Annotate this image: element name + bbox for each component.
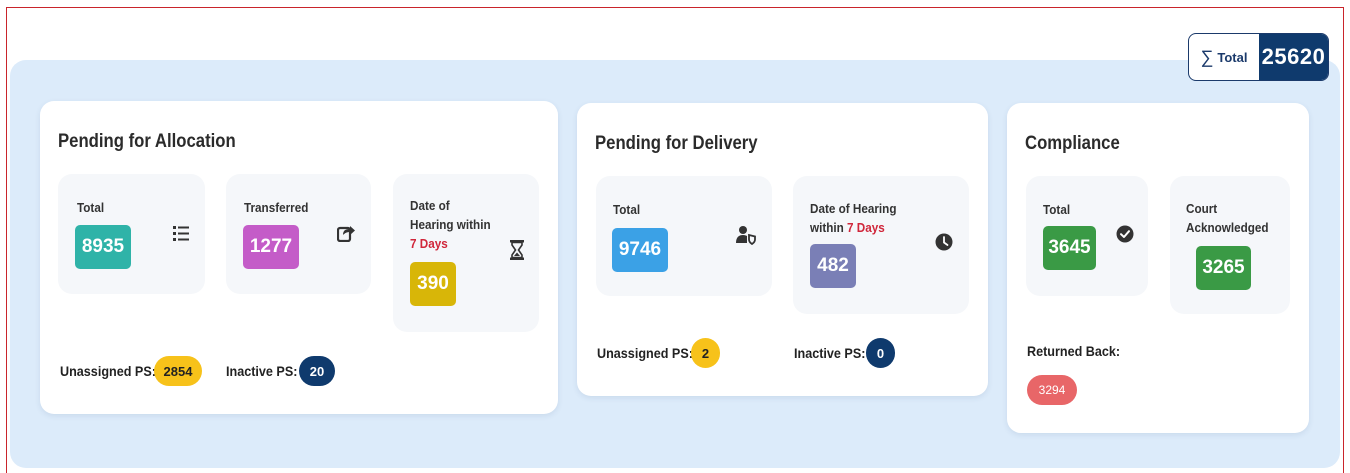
total-chip-label-box: ∑ Total: [1189, 34, 1259, 80]
compliance-total-label: Total: [1043, 202, 1071, 217]
allocation-total-tile[interactable]: Total 8935: [58, 174, 205, 294]
compliance-total-value: 3645: [1043, 226, 1096, 270]
delivery-card: Pending for Delivery Total 9746 Date of …: [577, 103, 988, 396]
delivery-hearing-value: 482: [810, 244, 856, 288]
delivery-total-tile[interactable]: Total 9746: [596, 176, 772, 296]
hourglass-icon: [510, 240, 524, 260]
compliance-returned-label: Returned Back:: [1027, 343, 1121, 359]
compliance-returned-pill[interactable]: 3294: [1027, 375, 1077, 405]
allocation-hearing-days: 7 Days: [410, 236, 448, 251]
allocation-unassigned-pill[interactable]: 2854: [154, 356, 202, 386]
allocation-hearing-value: 390: [410, 262, 456, 306]
delivery-inactive-label: Inactive PS:: [794, 345, 866, 361]
allocation-inactive-label: Inactive PS:: [226, 363, 298, 379]
compliance-card: Compliance Total 3645 Court Acknowledged…: [1007, 103, 1309, 433]
check-circle-icon: [1116, 225, 1134, 243]
clock-icon: [935, 233, 953, 251]
delivery-hearing-label-line2: within 7 Days: [810, 218, 896, 237]
total-chip-label: Total: [1217, 49, 1248, 65]
share-icon: [337, 226, 355, 242]
compliance-total-tile[interactable]: Total 3645: [1026, 176, 1148, 296]
user-shield-icon: [736, 226, 756, 245]
sigma-icon: ∑: [1200, 46, 1214, 67]
allocation-hearing-label: Date of Hearing within 7 Days: [410, 196, 491, 253]
total-chip-value: 25620: [1259, 34, 1328, 80]
compliance-title: Compliance: [1025, 133, 1120, 154]
allocation-inactive-pill[interactable]: 20: [299, 356, 335, 386]
delivery-hearing-tile[interactable]: Date of Hearing within 7 Days 482: [793, 176, 969, 314]
allocation-title: Pending for Allocation: [58, 131, 236, 152]
delivery-hearing-label-line1: Date of Hearing: [810, 201, 897, 216]
delivery-unassigned-label: Unassigned PS:: [597, 345, 693, 361]
total-chip[interactable]: ∑ Total 25620: [1188, 33, 1329, 81]
allocation-transferred-label: Transferred: [244, 200, 309, 215]
compliance-court-label-line2: Acknowledged: [1186, 220, 1269, 235]
list-icon: [173, 226, 189, 241]
delivery-hearing-label: Date of Hearing within 7 Days: [810, 199, 896, 237]
compliance-court-label-line1: Court: [1186, 201, 1218, 216]
allocation-transferred-tile[interactable]: Transferred 1277: [226, 174, 371, 294]
allocation-transferred-value: 1277: [243, 225, 299, 269]
delivery-unassigned-pill[interactable]: 2: [691, 338, 720, 368]
allocation-total-label: Total: [77, 200, 105, 215]
compliance-court-value: 3265: [1196, 246, 1251, 290]
delivery-hearing-days: 7 Days: [847, 220, 885, 235]
allocation-hearing-label-line1: Date of: [410, 198, 450, 213]
compliance-court-label: Court Acknowledged: [1186, 199, 1269, 237]
delivery-inactive-pill[interactable]: 0: [866, 338, 895, 368]
allocation-hearing-label-line2: Hearing within: [410, 217, 491, 232]
delivery-total-value: 9746: [612, 228, 668, 272]
allocation-unassigned-label: Unassigned PS:: [60, 363, 156, 379]
allocation-hearing-tile[interactable]: Date of Hearing within 7 Days 390: [393, 174, 539, 332]
delivery-hearing-label-prefix: within: [810, 220, 844, 235]
delivery-total-label: Total: [613, 202, 641, 217]
delivery-title: Pending for Delivery: [595, 133, 758, 154]
compliance-court-tile[interactable]: Court Acknowledged 3265: [1170, 176, 1290, 314]
allocation-card: Pending for Allocation Total 8935 Transf…: [40, 101, 558, 414]
allocation-total-value: 8935: [75, 225, 131, 269]
